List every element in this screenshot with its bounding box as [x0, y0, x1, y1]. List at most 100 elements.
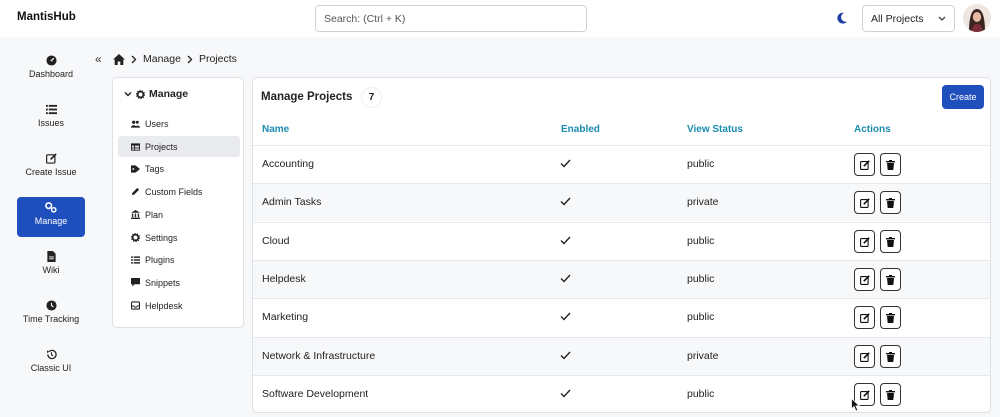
- edit-project-button[interactable]: [854, 153, 875, 176]
- nav-item-manage[interactable]: Manage: [17, 197, 85, 237]
- submenu-item-users[interactable]: Users: [118, 113, 240, 134]
- edit-icon: [45, 153, 57, 164]
- inbox-icon: [131, 301, 140, 310]
- submenu-label: Plan: [145, 209, 164, 220]
- delete-project-button[interactable]: [880, 229, 901, 253]
- delete-project-button[interactable]: [880, 267, 901, 291]
- table-row: Accounting public: [253, 145, 990, 183]
- edit-project-button[interactable]: [854, 267, 875, 291]
- column-header-name[interactable]: Name: [262, 124, 289, 135]
- trash-icon: [886, 313, 895, 324]
- trash-icon: [886, 389, 895, 400]
- submenu-item-projects[interactable]: Projects: [118, 136, 240, 157]
- edit-project-button[interactable]: [854, 344, 875, 368]
- delete-project-button[interactable]: [880, 306, 901, 330]
- submenu-label: Settings: [145, 232, 178, 243]
- check-icon: [560, 389, 571, 398]
- nav-item-issues[interactable]: Issues: [17, 99, 85, 139]
- nav-label: Create Issue: [25, 167, 77, 177]
- project-count-badge: 7: [361, 87, 382, 108]
- breadcrumb-item-manage[interactable]: Manage: [143, 53, 181, 65]
- project-name[interactable]: Marketing: [262, 311, 308, 323]
- table-row: Cloud public: [253, 221, 990, 260]
- trash-icon: [886, 274, 895, 285]
- project-name[interactable]: Cloud: [262, 235, 289, 247]
- chevron-down-icon: [124, 92, 132, 97]
- project-selector[interactable]: All Projects: [862, 5, 955, 32]
- avatar[interactable]: [963, 4, 991, 32]
- home-icon[interactable]: [113, 53, 125, 65]
- dashboard-icon: [45, 55, 57, 66]
- project-name[interactable]: Accounting: [262, 158, 314, 170]
- view-status: private: [687, 196, 719, 209]
- moon-icon[interactable]: [835, 11, 849, 25]
- edit-icon: [860, 390, 870, 400]
- project-name[interactable]: Software Development: [262, 388, 368, 400]
- delete-project-button[interactable]: [880, 382, 901, 406]
- table-row: Software Development public: [253, 374, 990, 412]
- column-header-view-status[interactable]: View Status: [687, 124, 743, 135]
- delete-project-button[interactable]: [880, 344, 901, 368]
- check-icon: [560, 351, 571, 360]
- submenu-item-tags[interactable]: Tags: [118, 158, 240, 179]
- comment-icon: [131, 278, 140, 287]
- chevron-right-icon: [131, 55, 137, 63]
- nav-item-classic-ui[interactable]: Classic UI: [17, 344, 85, 384]
- project-name[interactable]: Admin Tasks: [262, 196, 321, 208]
- edit-project-button[interactable]: [854, 306, 875, 330]
- submenu-item-custom-fields[interactable]: Custom Fields: [118, 181, 240, 202]
- column-header-enabled[interactable]: Enabled: [561, 124, 600, 135]
- view-status: public: [687, 272, 715, 285]
- table-icon: [131, 142, 140, 151]
- app-logo[interactable]: MantisHub: [17, 11, 76, 23]
- submenu-label: Helpdesk: [145, 300, 183, 311]
- bank-icon: [131, 210, 140, 219]
- breadcrumb-item-projects: Projects: [198, 53, 237, 65]
- submenu-label: Tags: [145, 163, 165, 174]
- users-icon: [131, 120, 140, 128]
- collapse-sidebar-icon[interactable]: «: [95, 52, 102, 66]
- submenu-title: Manage: [149, 88, 189, 100]
- history-icon: [46, 349, 57, 360]
- submenu-label: Projects: [145, 141, 178, 152]
- trash-icon: [886, 160, 895, 170]
- nav-label: Time Tracking: [22, 314, 80, 324]
- edit-project-button[interactable]: [854, 229, 875, 253]
- tag-icon: [131, 164, 140, 173]
- submenu-item-settings[interactable]: Settings: [118, 227, 240, 248]
- table-row: Helpdesk public: [253, 259, 990, 298]
- edit-icon: [860, 275, 870, 285]
- submenu-label: Users: [145, 118, 169, 129]
- create-button[interactable]: Create: [942, 85, 984, 109]
- project-name[interactable]: Helpdesk: [262, 273, 306, 285]
- check-icon: [560, 312, 571, 321]
- nav-item-time-tracking[interactable]: Time Tracking: [17, 295, 85, 335]
- submenu-item-plan[interactable]: Plan: [118, 204, 240, 225]
- nav-item-dashboard[interactable]: Dashboard: [17, 50, 85, 90]
- edit-icon: [860, 236, 870, 247]
- project-name[interactable]: Network & Infrastructure: [262, 350, 375, 362]
- left-navigation: Dashboard Issues Create Issue Manage Wik…: [0, 37, 101, 417]
- view-status: public: [687, 387, 715, 400]
- edit-icon: [860, 351, 870, 362]
- trash-icon: [886, 351, 895, 362]
- manage-projects-card: Manage Projects 7 Create Name Enabled Vi…: [252, 77, 991, 413]
- submenu-header[interactable]: Manage: [124, 88, 188, 100]
- project-selector-value: All Projects: [871, 13, 924, 25]
- delete-project-button[interactable]: [880, 191, 901, 215]
- check-icon: [560, 274, 571, 283]
- submenu-label: Plugins: [145, 254, 175, 265]
- chevron-right-icon: [187, 55, 193, 63]
- search-input[interactable]: Search: (Ctrl + K): [315, 5, 587, 32]
- view-status: public: [687, 311, 715, 324]
- submenu-item-snippets[interactable]: Snippets: [118, 272, 240, 293]
- submenu-item-helpdesk[interactable]: Helpdesk: [118, 295, 240, 316]
- view-status: private: [687, 349, 719, 362]
- submenu-item-plugins[interactable]: Plugins: [118, 249, 240, 270]
- edit-project-button[interactable]: [854, 191, 875, 215]
- nav-label: Classic UI: [30, 363, 72, 373]
- nav-item-wiki[interactable]: Wiki: [17, 246, 85, 286]
- nav-item-create-issue[interactable]: Create Issue: [17, 148, 85, 188]
- delete-project-button[interactable]: [880, 153, 901, 176]
- breadcrumb: Manage Projects: [113, 52, 237, 66]
